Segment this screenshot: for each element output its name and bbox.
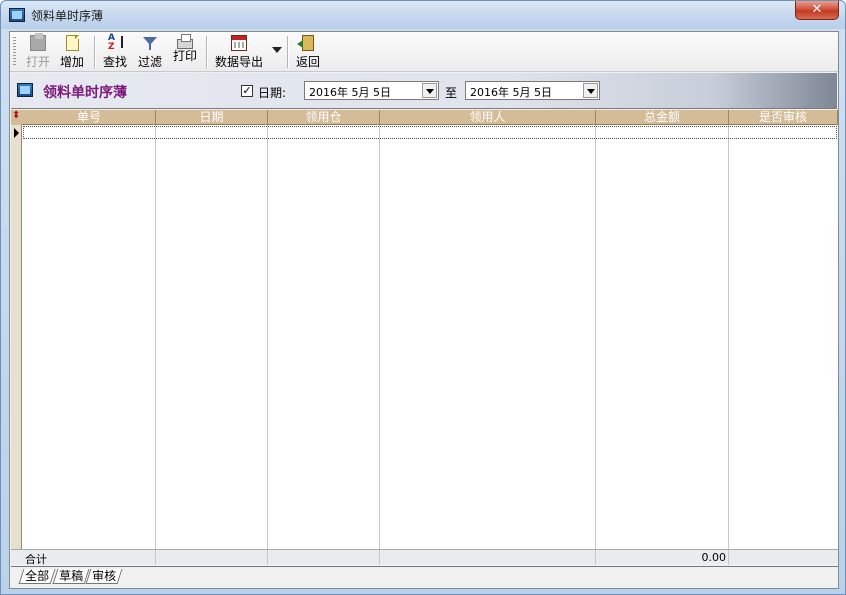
to-label: 至 <box>445 86 458 100</box>
find-label: 查找 <box>102 55 127 69</box>
export-dropdown-arrow-icon[interactable] <box>272 47 282 53</box>
page-title: 领料单时序薄 <box>43 85 127 101</box>
date-from-picker[interactable]: 2016年 5月 5日 <box>304 81 439 100</box>
export-label: 数据导出 <box>214 55 263 69</box>
chevron-down-icon[interactable] <box>583 83 598 98</box>
find-button[interactable]: 查找 <box>101 33 129 69</box>
filter-tabs: 全部 草稿 审核 <box>11 566 838 588</box>
back-button[interactable]: 返回 <box>294 35 322 69</box>
tab-all-label: 全部 <box>25 569 50 583</box>
window-title: 领料单时序薄 <box>31 9 104 23</box>
app-window: 领料单时序薄 ✕ 打开 增加 查找 过滤 <box>0 0 846 595</box>
print-label: 打印 <box>172 49 197 63</box>
exit-door-icon <box>297 35 314 51</box>
grid-line <box>267 550 268 565</box>
total-row: 合计 0.00 <box>11 549 838 566</box>
row-indicator-column <box>11 110 22 564</box>
column-header-recipient[interactable]: 领用人 <box>380 110 596 125</box>
new-document-icon <box>65 35 79 51</box>
date-to-picker[interactable]: 2016年 5月 5日 <box>465 81 600 100</box>
grid-line <box>267 125 268 549</box>
toolbar-separator <box>206 36 208 68</box>
date-label: 日期: <box>258 86 287 100</box>
app-icon <box>9 8 25 22</box>
grid-line <box>728 125 729 549</box>
grid-line <box>728 550 729 565</box>
open-button[interactable]: 打开 <box>24 33 52 69</box>
module-icon <box>17 83 33 97</box>
column-header-number[interactable]: 单号 <box>23 110 156 125</box>
spreadsheet-export-icon <box>231 35 247 51</box>
toolbar-separator <box>94 36 96 68</box>
title-bar[interactable]: 领料单时序薄 ✕ <box>1 1 845 29</box>
open-label: 打开 <box>25 55 50 69</box>
tab-draft-label: 草稿 <box>59 569 84 583</box>
grid-line <box>379 550 380 565</box>
sort-az-icon <box>107 33 123 52</box>
date-from-value: 2016年 5月 5日 <box>309 86 391 99</box>
filter-icon <box>142 35 158 51</box>
grid-line <box>595 125 596 549</box>
data-grid[interactable]: 单号 日期 领用仓 领用人 总金额 是否审核 合计 <box>11 110 838 566</box>
add-label: 增加 <box>59 55 84 69</box>
total-amount: 0.00 <box>701 551 727 564</box>
tab-approved[interactable]: 审核 <box>85 569 123 584</box>
column-header-approved[interactable]: 是否审核 <box>729 110 838 125</box>
toolbar-separator <box>287 36 289 68</box>
column-header-total-amount[interactable]: 总金额 <box>596 110 729 125</box>
grid-line <box>595 550 596 565</box>
open-icon <box>30 33 46 51</box>
tab-approved-label: 审核 <box>92 569 117 583</box>
toolbar-grip[interactable] <box>13 37 16 67</box>
column-header-date[interactable]: 日期 <box>156 110 268 125</box>
client-area: 打开 增加 查找 过滤 打印 数据导出 <box>9 31 839 589</box>
close-button[interactable]: ✕ <box>795 1 839 20</box>
grid-line <box>379 125 380 549</box>
filter-label: 过滤 <box>137 55 162 69</box>
header-band: 领料单时序薄 ✓ 日期: 2016年 5月 5日 至 2016年 5月 5日 <box>11 73 837 109</box>
date-filter-checkbox[interactable]: ✓ <box>241 85 253 97</box>
printer-icon <box>177 34 193 49</box>
table-row[interactable] <box>23 126 837 139</box>
current-row-arrow-icon <box>14 128 19 138</box>
export-button[interactable]: 数据导出 <box>212 35 266 69</box>
back-label: 返回 <box>295 55 320 69</box>
tab-all[interactable]: 全部 <box>18 569 56 584</box>
add-button[interactable]: 增加 <box>58 35 86 69</box>
tab-draft[interactable]: 草稿 <box>52 569 90 584</box>
filter-button[interactable]: 过滤 <box>136 35 164 69</box>
date-to-value: 2016年 5月 5日 <box>470 86 552 99</box>
sort-indicator-icon[interactable] <box>11 110 22 125</box>
column-header-warehouse[interactable]: 领用仓 <box>268 110 380 125</box>
chevron-down-icon[interactable] <box>422 83 437 98</box>
print-button[interactable]: 打印 <box>171 34 199 69</box>
grid-line <box>155 125 156 549</box>
grid-line <box>155 550 156 565</box>
toolbar: 打开 增加 查找 过滤 打印 数据导出 <box>10 32 838 72</box>
grid-header-row: 单号 日期 领用仓 领用人 总金额 是否审核 <box>11 110 838 125</box>
total-label: 合计 <box>25 553 47 566</box>
